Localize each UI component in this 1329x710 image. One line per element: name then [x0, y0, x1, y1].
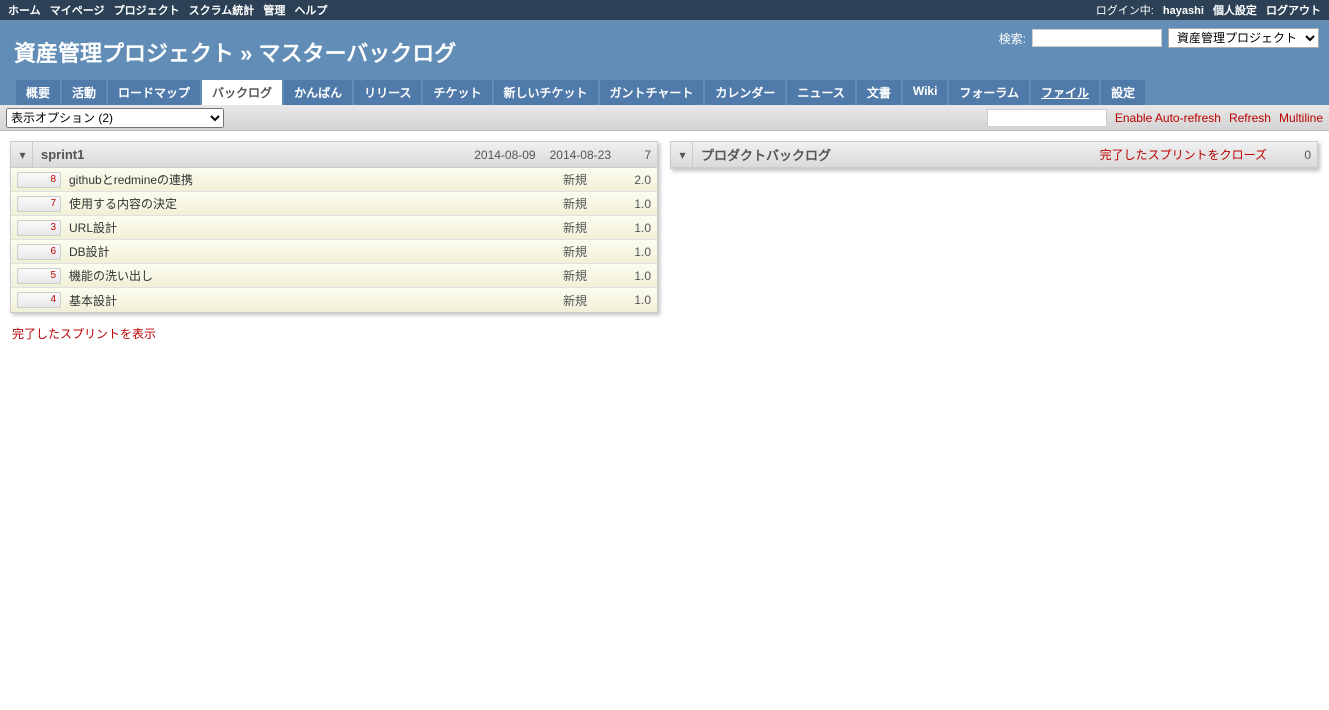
project-jump-select[interactable]: 資産管理プロジェクト: [1168, 28, 1319, 48]
search-input[interactable]: [1032, 29, 1162, 47]
story-row[interactable]: 6 DB設計新規 1.0: [11, 240, 657, 264]
top-menu-left: ホーム マイページ プロジェクト スクラム統計 管理 ヘルプ: [8, 2, 333, 18]
chevron-down-icon[interactable]: ▾: [17, 142, 33, 167]
story-row[interactable]: 7 使用する内容の決定新規 1.0: [11, 192, 657, 216]
topnav-help[interactable]: ヘルプ: [294, 5, 327, 17]
tab-roadmap[interactable]: ロードマップ: [108, 80, 200, 105]
story-subject: URL設計: [69, 219, 555, 236]
story-id-chip[interactable]: 8: [17, 172, 61, 188]
tab-activity[interactable]: 活動: [62, 80, 106, 105]
story-subject: 基本設計: [69, 292, 555, 309]
story-status: 新規: [563, 195, 613, 212]
story-status: 新規: [563, 292, 613, 309]
search-label: 検索:: [999, 30, 1026, 47]
sprint-panel: ▾ sprint1 2014-08-09 2014-08-23 7 8 githu…: [10, 141, 658, 313]
content: ▾ sprint1 2014-08-09 2014-08-23 7 8 githu…: [0, 131, 1329, 356]
story-points: 1.0: [621, 293, 651, 307]
product-backlog-column: ▾ プロダクトバックログ 完了したスプリントをクローズ 0: [670, 141, 1318, 177]
tab-gantt[interactable]: ガントチャート: [600, 80, 704, 105]
tab-documents[interactable]: 文書: [857, 80, 901, 105]
top-menu-right: ログイン中: hayashi 個人設定 ログアウト: [1092, 2, 1321, 18]
main-menu: 概要 活動 ロードマップ バックログ かんばん リリース チケット 新しいチケッ…: [10, 80, 1319, 105]
page-title: 資産管理プロジェクト » マスターバックログ: [10, 28, 456, 80]
tab-kanban[interactable]: かんばん: [284, 80, 352, 105]
story-row[interactable]: 5 機能の洗い出し新規 1.0: [11, 264, 657, 288]
chevron-down-icon[interactable]: ▾: [677, 142, 693, 167]
story-id-chip[interactable]: 4: [17, 292, 61, 308]
story-row[interactable]: 4 基本設計新規 1.0: [11, 288, 657, 312]
topnav-home[interactable]: ホーム: [8, 5, 41, 17]
topnav-myaccount[interactable]: 個人設定: [1213, 5, 1257, 17]
story-status: 新規: [563, 219, 613, 236]
tab-backlog[interactable]: バックログ: [202, 80, 282, 105]
header: 資産管理プロジェクト » マスターバックログ 検索: 資産管理プロジェクト 概要…: [0, 20, 1329, 105]
tab-news[interactable]: ニュース: [787, 80, 854, 105]
multiline-link[interactable]: Multiline: [1279, 111, 1323, 125]
tab-wiki[interactable]: Wiki: [903, 80, 948, 105]
tab-forums[interactable]: フォーラム: [949, 80, 1029, 105]
story-subject: 機能の洗い出し: [69, 267, 555, 284]
sprints-column: ▾ sprint1 2014-08-09 2014-08-23 7 8 githu…: [10, 141, 658, 346]
story-row[interactable]: 3 URL設計新規 1.0: [11, 216, 657, 240]
story-row[interactable]: 8 githubとredmineの連携新規 2.0: [11, 168, 657, 192]
product-backlog-title: プロダクトバックログ: [701, 145, 1092, 164]
toolbar: 表示オプション (2) Enable Auto-refresh Refresh …: [0, 105, 1329, 131]
logged-in-label: ログイン中:: [1096, 5, 1154, 17]
sprint-end-date: 2014-08-23: [550, 148, 611, 162]
sprint-total-points: 7: [631, 148, 651, 162]
enable-autorefresh-link[interactable]: Enable Auto-refresh: [1115, 111, 1221, 125]
toolbar-search-input[interactable]: [987, 109, 1107, 127]
sprint-stories: 8githubとredmineの連携新規2.07使用する内容の決定新規1.03U…: [11, 168, 657, 312]
story-subject: DB設計: [69, 243, 555, 260]
tab-settings[interactable]: 設定: [1101, 80, 1145, 105]
story-points: 1.0: [621, 245, 651, 259]
topnav-projects[interactable]: プロジェクト: [114, 5, 180, 17]
search-area: 検索: 資産管理プロジェクト: [999, 28, 1319, 48]
story-status: 新規: [563, 243, 613, 260]
story-points: 2.0: [621, 173, 651, 187]
view-options-select[interactable]: 表示オプション (2): [6, 108, 224, 128]
tab-issues[interactable]: チケット: [423, 80, 491, 105]
story-status: 新規: [563, 171, 613, 188]
product-backlog-count: 0: [1291, 148, 1311, 162]
tab-release[interactable]: リリース: [354, 80, 421, 105]
toolbar-right: Enable Auto-refresh Refresh Multiline: [987, 109, 1323, 127]
story-id-chip[interactable]: 7: [17, 196, 61, 212]
story-id-chip[interactable]: 5: [17, 268, 61, 284]
sprint-panel-header: ▾ sprint1 2014-08-09 2014-08-23 7: [11, 142, 657, 168]
story-points: 1.0: [621, 221, 651, 235]
story-status: 新規: [563, 267, 613, 284]
close-completed-sprints-link[interactable]: 完了したスプリントをクローズ: [1100, 146, 1267, 163]
tab-overview[interactable]: 概要: [16, 80, 60, 105]
top-menu: ホーム マイページ プロジェクト スクラム統計 管理 ヘルプ ログイン中: ha…: [0, 0, 1329, 20]
story-subject: githubとredmineの連携: [69, 171, 555, 188]
topnav-mypage[interactable]: マイページ: [50, 5, 105, 17]
refresh-link[interactable]: Refresh: [1229, 111, 1271, 125]
topnav-scrum-stats[interactable]: スクラム統計: [189, 5, 255, 17]
product-backlog-panel: ▾ プロダクトバックログ 完了したスプリントをクローズ 0: [670, 141, 1318, 169]
show-closed-sprints-link[interactable]: 完了したスプリントを表示: [10, 321, 158, 346]
product-backlog-header: ▾ プロダクトバックログ 完了したスプリントをクローズ 0: [671, 142, 1317, 168]
story-id-chip[interactable]: 3: [17, 220, 61, 236]
topnav-admin[interactable]: 管理: [263, 5, 285, 17]
topnav-logout[interactable]: ログアウト: [1266, 5, 1321, 17]
tab-calendar[interactable]: カレンダー: [705, 80, 785, 105]
tab-new-issue[interactable]: 新しいチケット: [494, 80, 598, 105]
tab-files[interactable]: ファイル: [1031, 80, 1099, 105]
story-subject: 使用する内容の決定: [69, 195, 555, 212]
current-user-link[interactable]: hayashi: [1163, 5, 1204, 17]
story-points: 1.0: [621, 269, 651, 283]
sprint-start-date: 2014-08-09: [474, 148, 535, 162]
sprint-title[interactable]: sprint1: [41, 147, 460, 162]
story-points: 1.0: [621, 197, 651, 211]
story-id-chip[interactable]: 6: [17, 244, 61, 260]
